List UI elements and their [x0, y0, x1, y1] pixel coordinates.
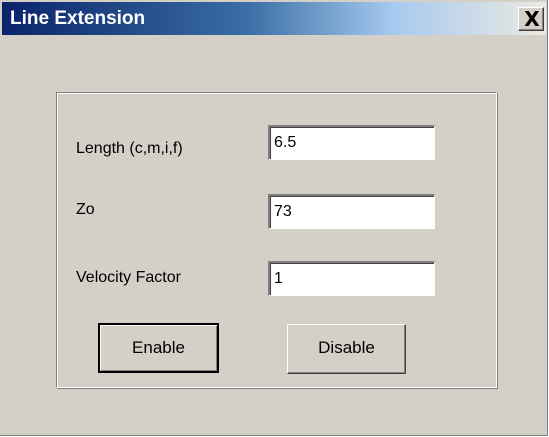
velocity-factor-label: Velocity Factor [76, 269, 181, 286]
disable-button[interactable]: Disable [287, 324, 406, 374]
line-extension-dialog: Line Extension X Length (c,m,i,f) Zo Vel… [0, 0, 548, 436]
velocity-factor-input[interactable] [268, 261, 435, 296]
enable-button[interactable]: Enable [98, 323, 219, 373]
window-title: Line Extension [10, 8, 146, 29]
enable-button-label: Enable [132, 338, 185, 357]
length-label: Length (c,m,i,f) [76, 140, 183, 157]
disable-button-label: Disable [318, 338, 375, 357]
close-icon: X [524, 7, 540, 31]
zo-label: Zo [76, 201, 95, 218]
length-input[interactable] [268, 125, 435, 160]
close-button[interactable]: X [518, 7, 544, 31]
title-bar[interactable]: Line Extension X [2, 2, 546, 35]
zo-input[interactable] [268, 194, 435, 229]
